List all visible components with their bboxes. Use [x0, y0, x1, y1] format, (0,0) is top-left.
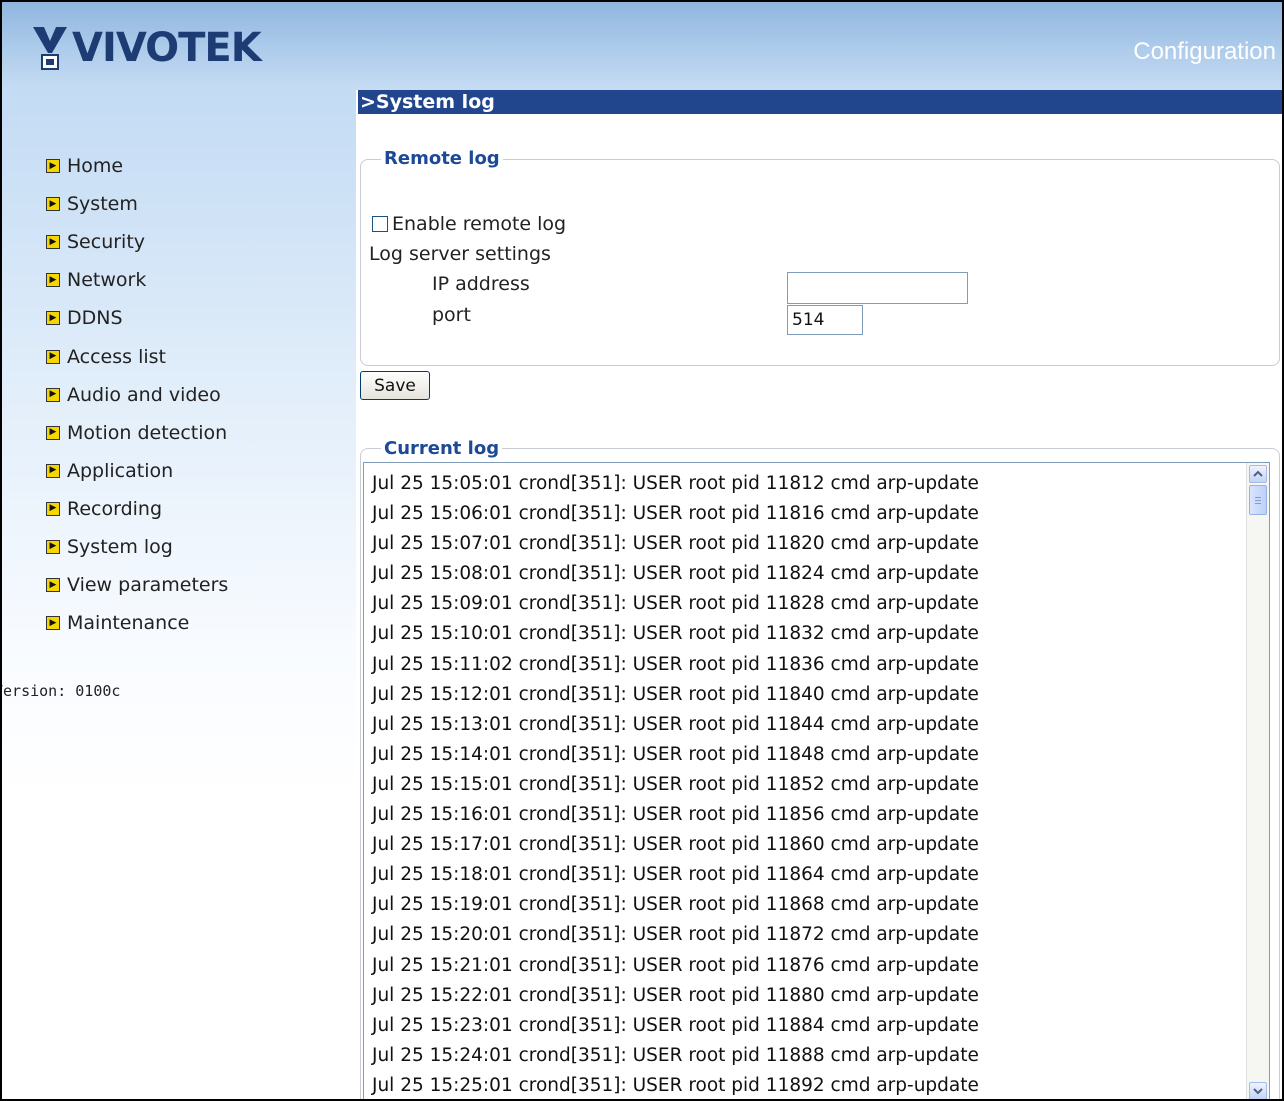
arrow-right-icon: ▶ — [46, 463, 60, 478]
log-line: Jul 25 15:12:01 crond[351]: USER root pi… — [372, 683, 979, 705]
enable-remote-log-label[interactable]: Enable remote log — [392, 213, 566, 235]
log-line: Jul 25 15:18:01 crond[351]: USER root pi… — [372, 864, 979, 886]
save-button[interactable]: Save — [360, 371, 430, 400]
log-line: Jul 25 15:17:01 crond[351]: USER root pi… — [372, 834, 979, 856]
log-line: Jul 25 15:16:01 crond[351]: USER root pi… — [372, 804, 979, 826]
sidebar-item-label[interactable]: Network — [67, 269, 146, 291]
log-line: Jul 25 15:05:01 crond[351]: USER root pi… — [372, 473, 979, 494]
arrow-right-icon: ▶ — [46, 425, 60, 440]
sidebar-item-system[interactable]: ▶ System — [46, 185, 228, 223]
sidebar-item-label[interactable]: View parameters — [67, 574, 228, 596]
log-line: Jul 25 15:10:01 crond[351]: USER root pi… — [372, 623, 979, 645]
sidebar-item-ddns[interactable]: ▶ DDNS — [46, 299, 228, 337]
log-line: Jul 25 15:14:01 crond[351]: USER root pi… — [372, 743, 979, 765]
sidebar-item-label[interactable]: Security — [67, 231, 145, 253]
arrow-right-icon: ▶ — [46, 387, 60, 402]
scroll-down-button[interactable] — [1249, 1082, 1267, 1099]
log-line: Jul 25 15:08:01 crond[351]: USER root pi… — [372, 563, 979, 585]
sidebar-item-recording[interactable]: ▶ Recording — [46, 490, 228, 528]
sidebar-item-label[interactable]: System — [67, 193, 138, 215]
sidebar-item-view-parameters[interactable]: ▶ View parameters — [46, 566, 228, 604]
sidebar-item-motion-detection[interactable]: ▶ Motion detection — [46, 414, 228, 452]
thumb-grip-line — [1255, 500, 1261, 501]
arrow-right-icon: ▶ — [46, 578, 60, 593]
remote-log-legend: Remote log — [381, 148, 503, 169]
page-title: >System log — [358, 90, 1282, 114]
version-label: Version: 0100c — [0, 682, 121, 700]
vivotek-logo-icon — [33, 27, 67, 70]
arrow-right-icon: ▶ — [46, 616, 60, 631]
enable-remote-log-checkbox[interactable] — [372, 216, 388, 232]
log-line: Jul 25 15:20:01 crond[351]: USER root pi… — [372, 924, 979, 946]
arrow-right-icon: ▶ — [46, 235, 60, 250]
sidebar-item-label[interactable]: Motion detection — [67, 422, 227, 444]
sidebar-item-label[interactable]: Home — [67, 155, 123, 177]
log-line: Jul 25 15:21:01 crond[351]: USER root pi… — [372, 954, 979, 976]
log-scrollbar[interactable] — [1246, 463, 1269, 1099]
sidebar-item-system-log[interactable]: ▶ System log — [46, 528, 228, 566]
sidebar-item-home[interactable]: ▶ Home — [46, 147, 228, 185]
sidebar: ▶ Home ▶ System ▶ Security ▶ Network ▶ DDNS ▶ Acces… — [2, 90, 356, 1099]
log-line: Jul 25 15:24:01 crond[351]: USER root pi… — [372, 1044, 979, 1066]
sidebar-item-label[interactable]: DDNS — [67, 307, 123, 329]
current-log-legend: Current log — [381, 438, 503, 459]
arrow-right-icon: ▶ — [46, 273, 60, 288]
log-line: Jul 25 15:23:01 crond[351]: USER root pi… — [372, 1014, 979, 1036]
log-line: Jul 25 15:09:01 crond[351]: USER root pi… — [372, 593, 979, 615]
sidebar-item-access-list[interactable]: ▶ Access list — [46, 337, 228, 375]
log-line: Jul 25 15:11:02 crond[351]: USER root pi… — [372, 653, 979, 675]
log-line: Jul 25 15:15:01 crond[351]: USER root pi… — [372, 773, 979, 795]
log-line: Jul 25 15:22:01 crond[351]: USER root pi… — [372, 984, 979, 1006]
sidebar-item-label[interactable]: Access list — [67, 346, 166, 368]
log-line: Jul 25 15:06:01 crond[351]: USER root pi… — [372, 503, 979, 525]
log-lines: Jul 25 15:05:01 crond[351]: USER root pi… — [372, 469, 979, 1099]
brand-name: VIVOTEK — [72, 25, 262, 71]
sidebar-item-application[interactable]: ▶ Application — [46, 452, 228, 490]
sidebar-item-label[interactable]: Application — [67, 460, 173, 482]
log-line: Jul 25 15:25:01 crond[351]: USER root pi… — [372, 1074, 979, 1096]
sidebar-nav: ▶ Home ▶ System ▶ Security ▶ Network ▶ DDNS ▶ Acces… — [46, 147, 228, 642]
current-log-textarea[interactable]: Jul 25 15:05:01 crond[351]: USER root pi… — [363, 462, 1270, 1099]
sidebar-item-label[interactable]: Recording — [67, 498, 162, 520]
sidebar-item-label[interactable]: Maintenance — [67, 612, 189, 634]
browser-page: VIVOTEK Configuration ▶ Home ▶ System ▶ Secur… — [0, 0, 1284, 1101]
thumb-grip-line — [1255, 497, 1261, 498]
sidebar-item-label[interactable]: System log — [67, 536, 173, 558]
sidebar-item-label[interactable]: Audio and video — [67, 384, 221, 406]
log-line: Jul 25 15:07:01 crond[351]: USER root pi… — [372, 533, 979, 555]
port-input[interactable] — [787, 305, 863, 335]
vivotek-logo: VIVOTEK — [30, 18, 262, 78]
log-line: Jul 25 15:19:01 crond[351]: USER root pi… — [372, 894, 979, 916]
ip-address-label: IP address — [432, 273, 530, 295]
sidebar-item-audio-and-video[interactable]: ▶ Audio and video — [46, 376, 228, 414]
arrow-right-icon: ▶ — [46, 501, 60, 516]
arrow-right-icon: ▶ — [46, 539, 60, 554]
arrow-right-icon: ▶ — [46, 159, 60, 174]
sidebar-item-maintenance[interactable]: ▶ Maintenance — [46, 604, 228, 642]
arrow-right-icon: ▶ — [46, 349, 60, 364]
scroll-thumb[interactable] — [1249, 485, 1267, 515]
chevron-up-icon — [1253, 470, 1263, 477]
arrow-right-icon: ▶ — [46, 197, 60, 212]
log-line: Jul 25 15:13:01 crond[351]: USER root pi… — [372, 713, 979, 735]
scroll-up-button[interactable] — [1249, 465, 1267, 483]
chevron-down-icon — [1253, 1088, 1263, 1095]
arrow-right-icon: ▶ — [46, 311, 60, 326]
enable-remote-log-row[interactable]: Enable remote log — [372, 213, 566, 235]
header: VIVOTEK Configuration — [2, 2, 1282, 90]
sidebar-item-security[interactable]: ▶ Security — [46, 223, 228, 261]
log-server-settings-label: Log server settings — [369, 243, 551, 265]
ip-address-input[interactable] — [787, 272, 968, 304]
port-label: port — [432, 304, 471, 326]
thumb-grip-line — [1255, 503, 1261, 504]
config-title: Configuration — [1133, 38, 1276, 65]
sidebar-item-network[interactable]: ▶ Network — [46, 261, 228, 299]
